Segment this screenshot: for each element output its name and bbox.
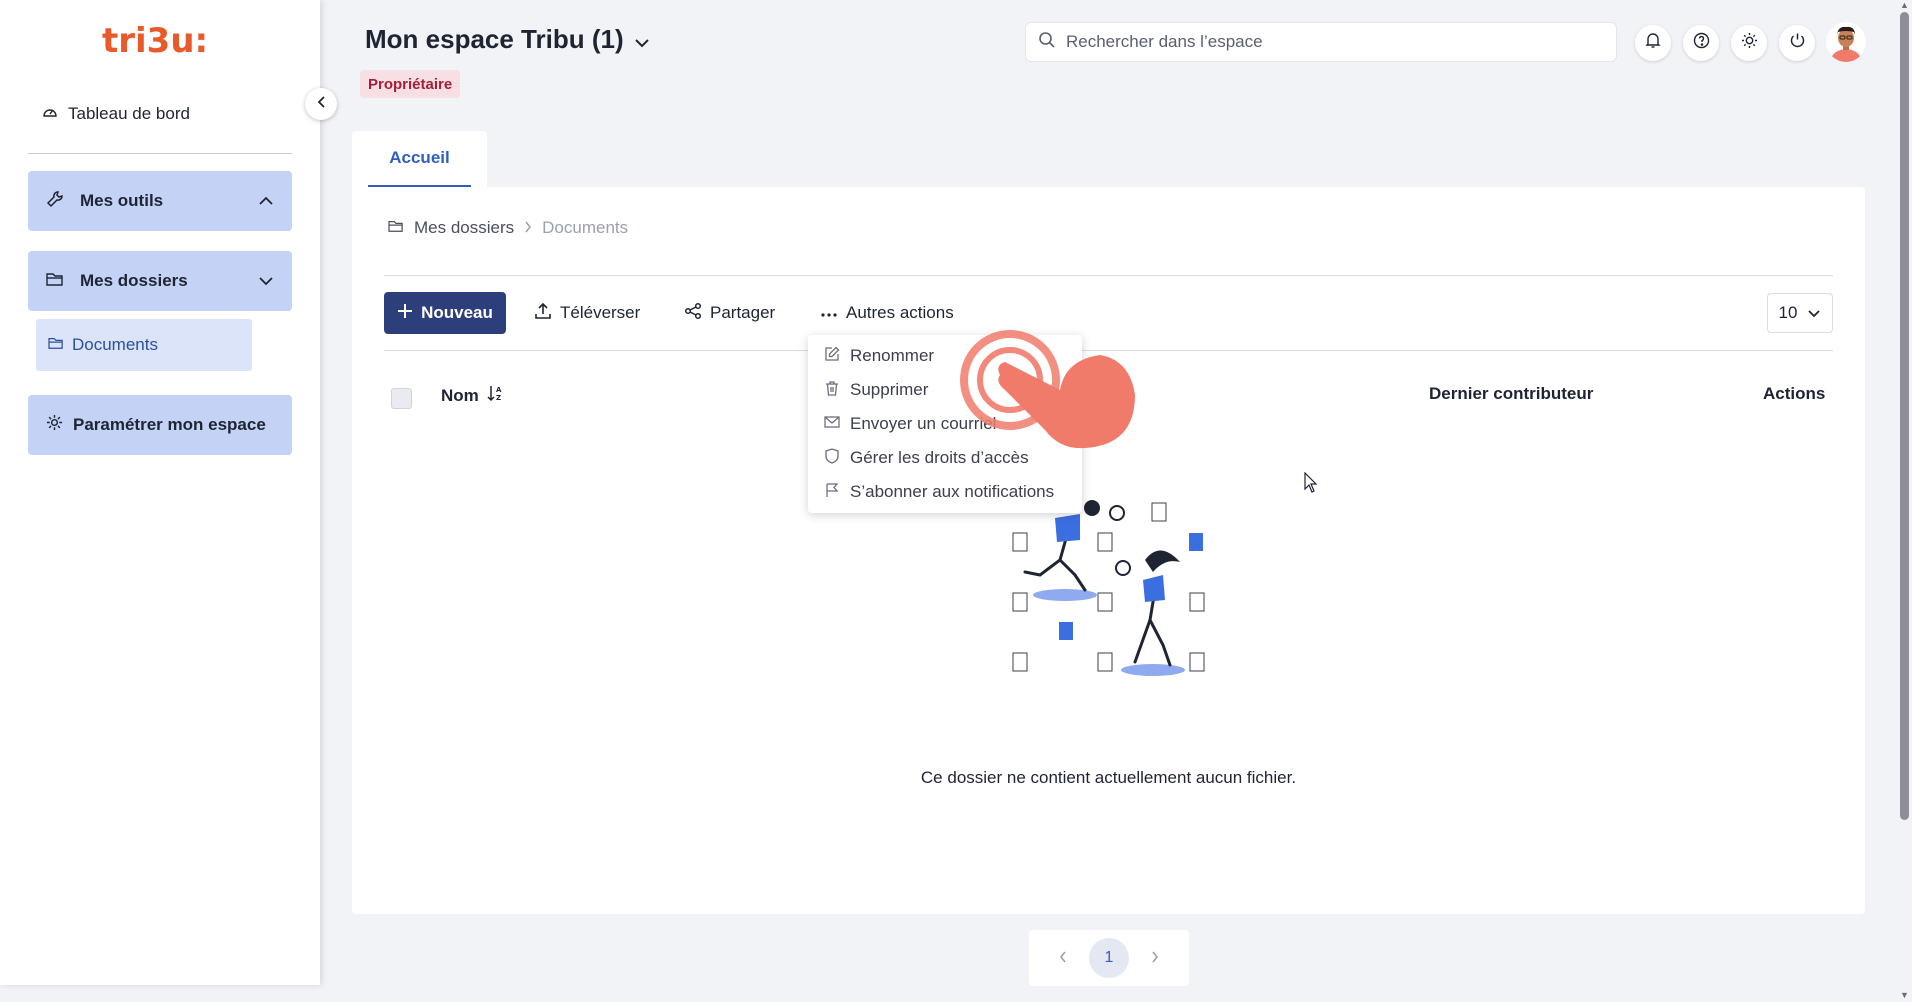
- chevron-up-icon: [258, 191, 274, 211]
- upload-icon: [534, 302, 552, 325]
- new-button[interactable]: Nouveau: [384, 292, 506, 334]
- sidebar-section-tools[interactable]: Mes outils: [28, 171, 292, 231]
- help-button[interactable]: [1683, 25, 1719, 61]
- column-header-label: Nom: [441, 385, 479, 405]
- breadcrumb-current: Documents: [542, 218, 629, 237]
- plus-icon: [397, 303, 413, 324]
- scroll-up-arrow-icon[interactable]: ▲: [1899, 0, 1910, 10]
- chevron-down-icon: [258, 271, 274, 291]
- menu-item-label: S’abonner aux notifications: [850, 482, 1055, 501]
- next-page-button[interactable]: [1151, 948, 1159, 968]
- sidebar-section-folders[interactable]: Mes dossiers: [28, 251, 292, 311]
- tab-accueil[interactable]: Accueil: [368, 131, 471, 187]
- settings-label: Paramétrer mon espace: [73, 415, 266, 434]
- power-icon: [1789, 32, 1806, 54]
- sidebar-item-label: Tableau de bord: [68, 104, 190, 123]
- chevron-down-icon: [1807, 303, 1821, 323]
- help-icon: [1693, 32, 1710, 54]
- user-avatar[interactable]: [1826, 22, 1866, 62]
- flag-icon: [824, 482, 840, 503]
- page-title: Mon espace Tribu (1): [365, 24, 624, 54]
- sidebar-section-label: Mes outils: [80, 191, 164, 210]
- breadcrumb: Mes dossiers Documents: [388, 218, 628, 238]
- scrollbar-thumb[interactable]: [1900, 12, 1909, 820]
- search-icon: [1038, 31, 1056, 54]
- chevron-right-icon: [1151, 948, 1159, 967]
- share-label: Partager: [710, 303, 776, 322]
- chevron-left-icon: [316, 95, 326, 114]
- sort-icon: AZ: [487, 384, 503, 407]
- tap-hand-icon: [960, 330, 1135, 449]
- theme-toggle-button[interactable]: [1731, 25, 1767, 61]
- share-button[interactable]: Partager: [684, 292, 775, 334]
- menu-item-label: Supprimer: [850, 380, 929, 399]
- edit-icon: [824, 346, 840, 367]
- sun-icon: [1741, 32, 1758, 54]
- search-bar[interactable]: [1025, 22, 1617, 62]
- tribu-logo[interactable]: tri3u:: [102, 22, 222, 60]
- wrench-icon: [46, 190, 64, 213]
- page-size-value: 10: [1778, 303, 1798, 322]
- divider: [384, 275, 1833, 276]
- sidebar-section-label: Mes dossiers: [80, 271, 188, 290]
- search-input[interactable]: [1066, 32, 1604, 52]
- settings-space-button[interactable]: Paramétrer mon espace: [28, 395, 292, 455]
- svg-text:Z: Z: [496, 394, 501, 402]
- collapse-sidebar-button[interactable]: [305, 88, 337, 120]
- upload-button[interactable]: Téléverser: [534, 292, 640, 334]
- notifications-button[interactable]: [1635, 25, 1671, 61]
- sidebar: tri3u: Tableau de bord Mes outils Mes do…: [0, 0, 320, 985]
- breadcrumb-root-link[interactable]: Mes dossiers: [414, 218, 514, 238]
- more-actions-button[interactable]: Autres actions: [820, 292, 954, 334]
- shield-icon: [824, 447, 840, 469]
- logout-button[interactable]: [1779, 25, 1815, 61]
- new-button-label: Nouveau: [421, 303, 493, 322]
- mail-icon: [824, 414, 840, 434]
- sidebar-divider: [28, 153, 292, 154]
- bell-icon: [1645, 32, 1661, 54]
- empty-state-message: Ce dossier ne contient actuellement aucu…: [920, 768, 1297, 787]
- upload-label: Téléverser: [560, 303, 641, 322]
- chevron-down-icon: [634, 24, 650, 55]
- pagination: 1: [1029, 930, 1189, 986]
- select-all-checkbox[interactable]: [391, 388, 412, 409]
- trash-icon: [824, 380, 840, 401]
- svg-text:tri3u:: tri3u:: [102, 22, 208, 60]
- menu-item-label: Renommer: [850, 346, 935, 365]
- folder-icon: [388, 218, 404, 238]
- column-header-name[interactable]: Nom AZ: [441, 384, 503, 407]
- column-header-last-contributor[interactable]: Dernier contributeur: [1429, 384, 1593, 404]
- scroll-down-arrow-icon[interactable]: ▼: [1899, 990, 1910, 1000]
- folder-icon: [48, 335, 64, 355]
- sidebar-item-label: Documents: [72, 335, 158, 354]
- more-horizontal-icon: [820, 303, 838, 323]
- menu-item-subscribe-notifications[interactable]: S’abonner aux notifications: [808, 475, 1082, 509]
- column-header-actions: Actions: [1763, 384, 1826, 403]
- page-size-select[interactable]: 10: [1767, 293, 1833, 333]
- chevron-left-icon: [1059, 948, 1067, 967]
- role-badge: Propriétaire: [360, 70, 461, 98]
- chevron-right-icon: [524, 218, 532, 238]
- previous-page-button[interactable]: [1059, 948, 1067, 968]
- mouse-cursor-icon: [1304, 472, 1318, 493]
- sidebar-item-dashboard[interactable]: Tableau de bord: [42, 100, 190, 128]
- folder-icon: [46, 271, 64, 292]
- svg-text:A: A: [496, 386, 502, 394]
- share-icon: [684, 302, 702, 325]
- more-actions-label: Autres actions: [846, 303, 954, 322]
- gear-icon: [46, 414, 63, 436]
- dashboard-gauge-icon: [42, 104, 58, 125]
- page-number-button[interactable]: 1: [1089, 938, 1129, 978]
- sidebar-item-documents[interactable]: Documents: [36, 319, 252, 371]
- space-selector[interactable]: Mon espace Tribu (1): [365, 24, 650, 55]
